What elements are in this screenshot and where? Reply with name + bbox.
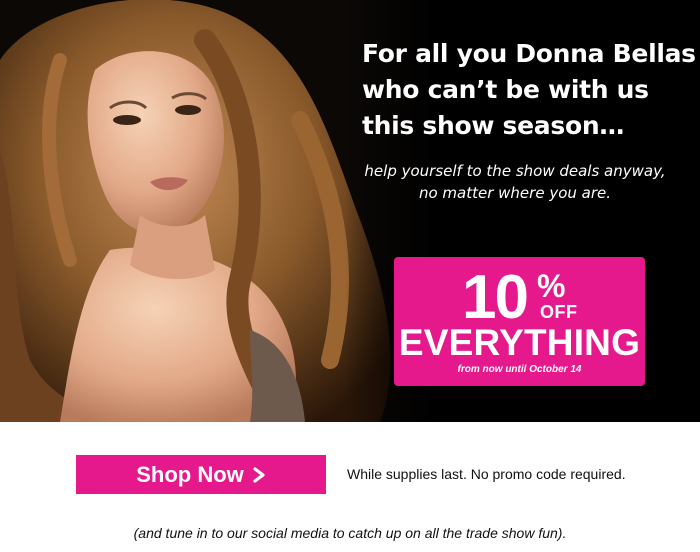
hero-banner: For all you Donna Bellas who can’t be wi… [0, 0, 700, 422]
subtext-line: no matter where you are. [418, 184, 612, 202]
shop-now-label: Shop Now [136, 462, 244, 487]
headline-line: who can’t be with us [362, 75, 649, 104]
promo-badge: 10 % OFF EVERYTHING from now until Octob… [394, 257, 645, 386]
chevron-right-icon [253, 466, 265, 483]
percent-sign: % [537, 268, 566, 304]
supplies-note: While supplies last. No promo code requi… [347, 466, 626, 482]
off-label: OFF [540, 302, 578, 322]
subtext-line: help yourself to the show deals anyway, [364, 162, 666, 180]
shop-now-button[interactable]: Shop Now [76, 455, 326, 494]
email-banner: For all you Donna Bellas who can’t be wi… [0, 0, 700, 552]
promo-dates: from now until October 14 [457, 364, 582, 375]
headline: For all you Donna Bellas who can’t be wi… [362, 36, 696, 144]
social-media-note: (and tune in to our social media to catc… [133, 525, 567, 541]
headline-line: For all you Donna Bellas [362, 39, 696, 68]
everything-label: EVERYTHING [398, 322, 641, 363]
headline-line: this show season… [362, 111, 625, 140]
subtext: help yourself to the show deals anyway, … [362, 160, 668, 204]
